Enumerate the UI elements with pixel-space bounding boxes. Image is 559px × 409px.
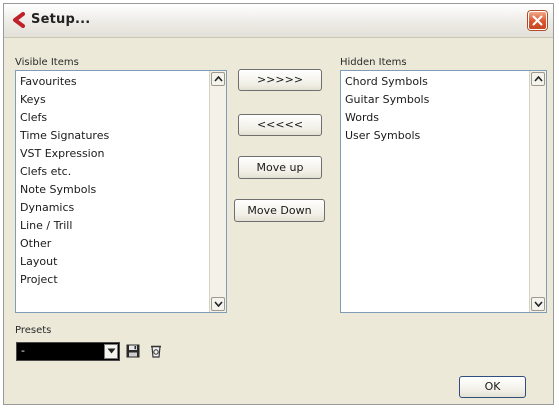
scroll-up-button[interactable] (531, 72, 545, 86)
ok-button[interactable]: OK (459, 376, 526, 398)
delete-preset-button[interactable] (148, 343, 164, 359)
save-preset-button[interactable] (125, 343, 141, 359)
window-title: Setup... (31, 12, 91, 27)
visible-items-item[interactable]: Project (16, 271, 226, 289)
visible-items-item[interactable]: Other (16, 235, 226, 253)
chevron-down-icon (534, 301, 543, 307)
scroll-up-button[interactable] (211, 72, 225, 86)
visible-items-item[interactable]: Time Signatures (16, 127, 226, 145)
setup-dialog: Setup... Visible Items Favourites Keys Cle… (3, 3, 554, 405)
hidden-items-item[interactable]: User Symbols (341, 127, 546, 145)
visible-items-list[interactable]: Favourites Keys Clefs Time Signatures VST Ex… (15, 70, 227, 313)
title-bar: Setup... (4, 4, 553, 38)
scroll-down-button[interactable] (211, 297, 225, 311)
delete-icon (151, 345, 161, 358)
hidden-items-list[interactable]: Chord Symbols Guitar Symbols Words User Sym… (340, 70, 547, 313)
visible-items-item[interactable]: Note Symbols (16, 181, 226, 199)
visible-items-label: Visible Items (15, 57, 79, 68)
hidden-items-item[interactable]: Guitar Symbols (341, 91, 546, 109)
chevron-down-icon (107, 348, 116, 354)
move-down-button[interactable]: Move Down (234, 199, 325, 222)
visible-items-item[interactable]: Clefs etc. (16, 163, 226, 181)
cubase-logo-icon (11, 12, 25, 28)
presets-label: Presets (15, 325, 52, 336)
visible-items-item[interactable]: Favourites (16, 73, 226, 91)
visible-items-item[interactable]: Line / Trill (16, 217, 226, 235)
close-button[interactable] (528, 11, 547, 30)
chevron-up-icon (214, 76, 223, 82)
visible-items-item[interactable]: Keys (16, 91, 226, 109)
move-up-button[interactable]: Move up (238, 156, 322, 179)
presets-selected-value: - (21, 344, 25, 357)
presets-dropdown[interactable]: - (16, 342, 120, 361)
chevron-up-icon (534, 76, 543, 82)
hide-item-button[interactable]: >>>>> (238, 69, 322, 91)
visible-items-item[interactable]: Dynamics (16, 199, 226, 217)
visible-items-item[interactable]: Clefs (16, 109, 226, 127)
visible-items-item[interactable]: VST Expression (16, 145, 226, 163)
visible-items-scrollbar[interactable] (209, 71, 226, 312)
hidden-items-item[interactable]: Words (341, 109, 546, 127)
dropdown-arrow-button[interactable] (104, 344, 118, 359)
visible-items-item[interactable]: Layout (16, 253, 226, 271)
hidden-items-scrollbar[interactable] (529, 71, 546, 312)
chevron-down-icon (214, 301, 223, 307)
save-icon (126, 344, 140, 358)
hidden-items-item[interactable]: Chord Symbols (341, 73, 546, 91)
scroll-down-button[interactable] (531, 297, 545, 311)
hidden-items-label: Hidden Items (340, 57, 407, 68)
show-item-button[interactable]: <<<<< (238, 114, 322, 136)
close-icon (532, 15, 543, 26)
